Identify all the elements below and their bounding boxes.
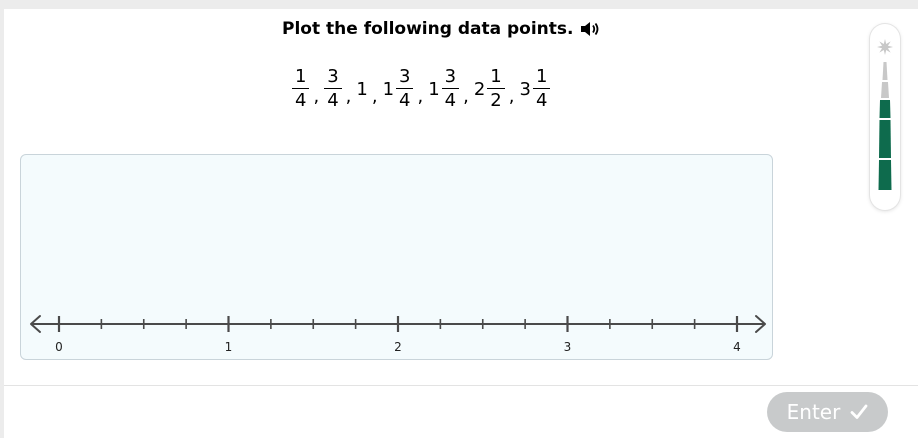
- tick-label: 4: [733, 340, 741, 354]
- meter-segment-empty: [881, 82, 889, 98]
- numerator: 1: [490, 66, 502, 87]
- data-point: 212: [473, 66, 506, 113]
- meter-segment-empty: [882, 62, 888, 80]
- footer-divider: [4, 385, 918, 386]
- whole-number: 2: [473, 78, 486, 100]
- separator: ,: [508, 86, 515, 107]
- denominator: 4: [399, 90, 411, 111]
- data-points-list: 14,34,1,134,134,212,314: [291, 66, 551, 113]
- numerator: 1: [295, 66, 307, 87]
- denominator: 4: [327, 90, 339, 111]
- denominator: 4: [535, 90, 548, 111]
- fraction: 14: [532, 66, 551, 113]
- question-header: Plot the following data points.: [282, 18, 600, 40]
- whole-number: 3: [519, 78, 531, 100]
- fraction: 34: [324, 66, 342, 113]
- number-line[interactable]: 0 1 2 3 4: [21, 155, 774, 361]
- data-point: 14: [291, 66, 310, 113]
- separator: ,: [345, 86, 352, 107]
- numerator: 1: [535, 66, 548, 87]
- meter-segment-filled: [878, 160, 892, 190]
- denominator: 4: [444, 90, 457, 111]
- data-point: 34: [323, 66, 342, 113]
- fraction: 14: [292, 66, 310, 113]
- enter-button[interactable]: Enter: [767, 392, 888, 432]
- meter-segment-filled: [879, 120, 891, 158]
- denominator: 2: [490, 90, 502, 111]
- speaker-icon[interactable]: [580, 21, 600, 37]
- tick-label: 0: [55, 340, 63, 354]
- meter-segment-filled: [879, 100, 891, 118]
- data-point: 134: [427, 66, 460, 113]
- enter-button-label: Enter: [786, 400, 841, 424]
- data-point: 134: [382, 66, 415, 113]
- numerator: 3: [399, 66, 411, 87]
- numerator: 3: [444, 66, 457, 87]
- fraction: 34: [441, 66, 460, 113]
- separator: ,: [417, 86, 424, 107]
- sparkle-icon: [877, 39, 893, 55]
- separator: ,: [463, 86, 469, 107]
- tick-label: 2: [394, 340, 402, 354]
- fraction: 12: [487, 66, 505, 113]
- numerator: 3: [327, 66, 339, 87]
- tick-label: 3: [564, 340, 572, 354]
- progress-meter: [870, 24, 900, 210]
- fraction: 34: [396, 66, 414, 113]
- separator: ,: [371, 86, 378, 107]
- whole-number: 1: [428, 78, 440, 100]
- denominator: 4: [295, 90, 307, 111]
- separator: ,: [313, 86, 320, 107]
- tick-label: 1: [225, 340, 233, 354]
- checkmark-icon: [850, 404, 868, 419]
- whole-number: 1: [356, 78, 368, 100]
- number-line-plot-area[interactable]: 0 1 2 3 4: [20, 154, 773, 360]
- data-point: 1: [355, 78, 368, 100]
- whole-number: 1: [382, 78, 395, 100]
- data-point: 314: [518, 66, 551, 113]
- question-title: Plot the following data points.: [282, 19, 574, 39]
